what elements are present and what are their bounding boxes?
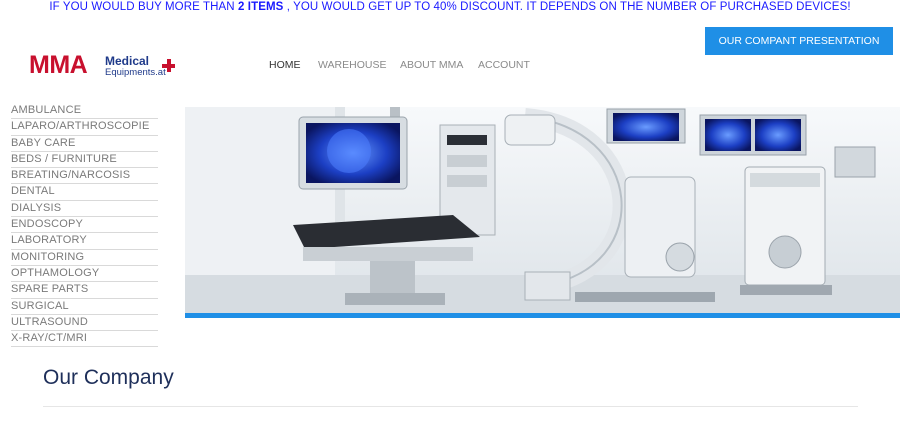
nav-account[interactable]: ACCOUNT [478,59,530,71]
category-item[interactable]: BREATING/NARCOSIS [11,168,158,185]
promo-text-end: , YOU WOULD GET UP TO 40% DISCOUNT. IT D… [283,1,851,13]
category-item[interactable]: AMBULANCE [11,103,158,120]
section-divider [43,406,858,407]
category-item[interactable]: OPTHAMOLOGY [11,266,158,283]
category-item[interactable]: MONITORING [11,250,158,266]
section-heading: Our Company [43,366,174,389]
logo-line-2: Equipments.at [105,67,166,78]
category-item[interactable]: DENTAL [11,184,158,201]
category-item[interactable]: LAPARO/ARTHROSCOPIE [11,119,158,136]
category-item[interactable]: SPARE PARTS [11,282,158,299]
category-item[interactable]: SURGICAL [11,299,158,315]
promo-text-start: IF YOU WOULD BUY MORE THAN [49,1,238,13]
nav-home[interactable]: HOME [269,59,301,71]
category-item[interactable]: X-RAY/CT/MRI [11,331,158,348]
category-list: AMBULANCE LAPARO/ARTHROSCOPIE BABY CARE … [11,103,158,348]
category-item[interactable]: BEDS / FURNITURE [11,152,158,169]
hero-accent-bar [185,313,900,318]
company-presentation-button[interactable]: OUR COMPANT PRESENTATION [705,27,893,55]
nav-warehouse[interactable]: WAREHOUSE [318,59,386,71]
medical-cross-icon [162,59,175,72]
site-logo[interactable]: MMA Medical Equipments.at [29,51,179,82]
category-item[interactable]: BABY CARE [11,136,158,152]
hero-image [185,107,900,313]
promo-text-bold: 2 ITEMS [237,1,284,13]
logo-line-1: Medical [105,54,150,68]
category-item[interactable]: LABORATORY [11,233,158,250]
nav-about[interactable]: ABOUT MMA [400,59,463,71]
category-item[interactable]: DIALYSIS [11,201,158,218]
category-item[interactable]: ULTRASOUND [11,315,158,332]
promo-banner: IF YOU WOULD BUY MORE THAN 2 ITEMS , YOU… [0,1,900,13]
operating-room-illustration [185,107,900,313]
category-item[interactable]: ENDOSCOPY [11,217,158,234]
logo-brand: MMA [29,51,88,79]
